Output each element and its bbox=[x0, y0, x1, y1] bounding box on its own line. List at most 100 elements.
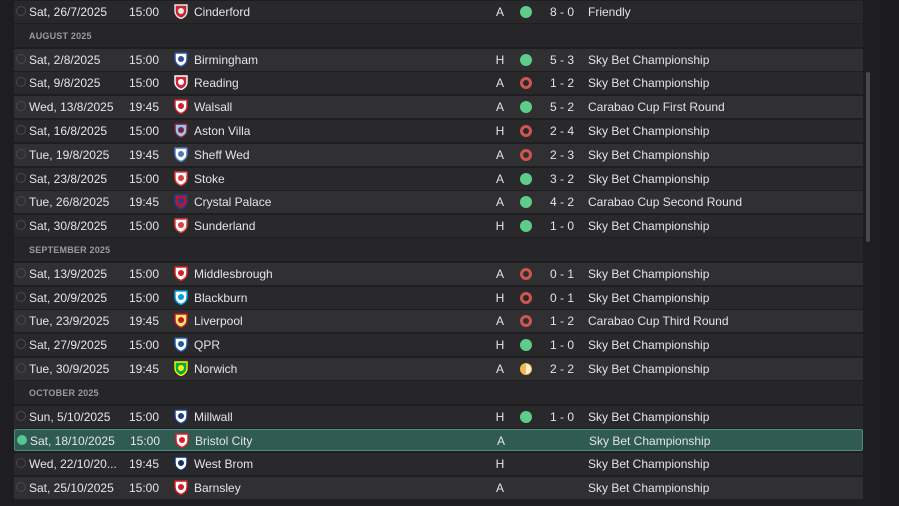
check-icon[interactable] bbox=[16, 339, 26, 349]
check-icon[interactable] bbox=[16, 482, 26, 492]
competition-name[interactable]: Sky Bet Championship bbox=[588, 291, 709, 305]
fixture-row[interactable]: Sat, 25/10/2025 15:00 Barnsley A Sky Bet Cha… bbox=[14, 477, 863, 499]
fixture-row[interactable]: Sat, 18/10/2025 15:00 Bristol City A Sky Bet… bbox=[14, 429, 863, 451]
fixture-date: Sat, 13/9/2025 bbox=[29, 267, 108, 281]
fixture-row[interactable]: Sat, 13/9/2025 15:00 Middlesbrough A 0 - 1 Sk… bbox=[14, 263, 863, 285]
competition-name[interactable]: Sky Bet Championship bbox=[588, 267, 709, 281]
check-icon[interactable] bbox=[16, 173, 26, 183]
venue: A bbox=[495, 76, 504, 90]
competition-name[interactable]: Carabao Cup Third Round bbox=[588, 314, 729, 328]
venue: A bbox=[495, 362, 504, 376]
competition-name[interactable]: Sky Bet Championship bbox=[588, 338, 709, 352]
check-icon[interactable] bbox=[16, 292, 26, 302]
check-icon[interactable] bbox=[16, 411, 26, 421]
fixture-row[interactable]: Sat, 30/8/2025 15:00 Sunderland H 1 - 0 Sky B… bbox=[14, 215, 863, 237]
competition-name[interactable]: Sky Bet Championship bbox=[588, 148, 709, 162]
fixture-row[interactable]: Sat, 20/9/2025 15:00 Blackburn H 0 - 1 Sky Be… bbox=[14, 287, 863, 309]
win-result-icon bbox=[520, 101, 532, 113]
fixture-row[interactable]: Wed, 22/10/20... 19:45 West Brom H Sky Bet C… bbox=[14, 453, 863, 475]
fixture-row[interactable]: Sat, 9/8/2025 15:00 Reading A 1 - 2 Sky Bet C… bbox=[14, 72, 863, 94]
opponent-name[interactable]: Reading bbox=[194, 76, 239, 90]
scrollbar[interactable] bbox=[866, 72, 870, 242]
venue: H bbox=[495, 219, 505, 233]
venue: H bbox=[495, 457, 505, 471]
competition-name[interactable]: Sky Bet Championship bbox=[588, 172, 709, 186]
norwich-crest-icon bbox=[174, 361, 188, 377]
fixture-row[interactable]: Sat, 23/8/2025 15:00 Stoke A 3 - 2 Sky Bet Ch… bbox=[14, 168, 863, 190]
competition-name[interactable]: Sky Bet Championship bbox=[588, 76, 709, 90]
month-header: OCTOBER 2025 bbox=[14, 381, 863, 404]
score: 5 - 2 bbox=[549, 100, 574, 114]
opponent-name[interactable]: Aston Villa bbox=[194, 124, 250, 138]
fixture-row[interactable]: Tue, 19/8/2025 19:45 Sheff Wed A 2 - 3 Sky Be… bbox=[14, 144, 863, 166]
opponent-name[interactable]: Middlesbrough bbox=[194, 267, 273, 281]
check-icon[interactable] bbox=[16, 54, 26, 64]
walsall-crest-icon bbox=[174, 99, 188, 115]
fixture-row[interactable]: Wed, 13/8/2025 19:45 Walsall A 5 - 2 Carabao … bbox=[14, 96, 863, 118]
competition-name[interactable]: Sky Bet Championship bbox=[588, 481, 709, 495]
competition-name[interactable]: Sky Bet Championship bbox=[588, 219, 709, 233]
opponent-name[interactable]: Cinderford bbox=[194, 5, 250, 19]
check-icon[interactable] bbox=[16, 220, 26, 230]
opponent-name[interactable]: Bristol City bbox=[195, 434, 252, 448]
opponent-name[interactable]: Millwall bbox=[194, 410, 233, 424]
competition-name[interactable]: Sky Bet Championship bbox=[588, 124, 709, 138]
draw-result-icon bbox=[520, 363, 532, 375]
fixture-time: 15:00 bbox=[129, 267, 160, 281]
check-icon[interactable] bbox=[16, 101, 26, 111]
opponent-name[interactable]: QPR bbox=[194, 338, 220, 352]
qpr-crest-icon bbox=[174, 337, 188, 353]
check-icon[interactable] bbox=[16, 363, 26, 373]
fixture-row[interactable]: Sat, 2/8/2025 15:00 Birmingham H 5 - 3 Sky Be… bbox=[14, 49, 863, 71]
fixture-row[interactable]: Tue, 23/9/2025 19:45 Liverpool A 1 - 2 Caraba… bbox=[14, 310, 863, 332]
opponent-name[interactable]: Blackburn bbox=[194, 291, 247, 305]
fixture-date: Tue, 26/8/2025 bbox=[29, 195, 110, 209]
cinderford-crest-icon bbox=[174, 4, 188, 20]
month-header: AUGUST 2025 bbox=[14, 24, 863, 47]
win-result-icon bbox=[520, 54, 532, 66]
fixture-time: 15:00 bbox=[129, 53, 160, 67]
fixture-row[interactable]: Sat, 16/8/2025 15:00 Aston Villa H 2 - 4 Sky … bbox=[14, 120, 863, 142]
check-icon[interactable] bbox=[16, 268, 26, 278]
check-icon[interactable] bbox=[17, 435, 27, 445]
check-icon[interactable] bbox=[16, 315, 26, 325]
competition-name[interactable]: Friendly bbox=[588, 5, 631, 19]
opponent-name[interactable]: Norwich bbox=[194, 362, 237, 376]
fixture-date: Sat, 30/8/2025 bbox=[29, 219, 108, 233]
venue: A bbox=[495, 148, 504, 162]
opponent-name[interactable]: Walsall bbox=[194, 100, 232, 114]
opponent-name[interactable]: Liverpool bbox=[194, 314, 243, 328]
competition-name[interactable]: Sky Bet Championship bbox=[588, 410, 709, 424]
win-result-icon bbox=[520, 173, 532, 185]
fixture-row[interactable]: Sat, 26/7/2025 15:00 Cinderford A 8 - 0 Frien… bbox=[14, 1, 863, 23]
opponent-name[interactable]: Barnsley bbox=[194, 481, 241, 495]
competition-name[interactable]: Sky Bet Championship bbox=[588, 53, 709, 67]
competition-name[interactable]: Sky Bet Championship bbox=[589, 434, 710, 448]
venue: A bbox=[495, 314, 504, 328]
competition-name[interactable]: Carabao Cup First Round bbox=[588, 100, 725, 114]
fixture-list: Sat, 26/7/2025 15:00 Cinderford A 8 - 0 Frien… bbox=[0, 0, 899, 506]
check-icon[interactable] bbox=[16, 149, 26, 159]
fixture-time: 19:45 bbox=[129, 362, 160, 376]
blackburn-crest-icon bbox=[174, 290, 188, 306]
fixture-row[interactable]: Sun, 5/10/2025 15:00 Millwall H 1 - 0 Sky Bet… bbox=[14, 406, 863, 428]
check-icon[interactable] bbox=[16, 196, 26, 206]
opponent-name[interactable]: Sunderland bbox=[194, 219, 255, 233]
check-icon[interactable] bbox=[16, 125, 26, 135]
check-icon[interactable] bbox=[16, 6, 26, 16]
check-icon[interactable] bbox=[16, 77, 26, 87]
fixture-row[interactable]: Sat, 27/9/2025 15:00 QPR H 1 - 0 Sky Bet Cham… bbox=[14, 334, 863, 356]
opponent-name[interactable]: Birmingham bbox=[194, 53, 258, 67]
competition-name[interactable]: Sky Bet Championship bbox=[588, 362, 709, 376]
opponent-name[interactable]: Sheff Wed bbox=[194, 148, 250, 162]
competition-name[interactable]: Carabao Cup Second Round bbox=[588, 195, 742, 209]
competition-name[interactable]: Sky Bet Championship bbox=[588, 457, 709, 471]
fixture-date: Sat, 25/10/2025 bbox=[29, 481, 114, 495]
opponent-name[interactable]: West Brom bbox=[194, 457, 253, 471]
opponent-name[interactable]: Crystal Palace bbox=[194, 195, 271, 209]
check-icon[interactable] bbox=[16, 458, 26, 468]
month-label: SEPTEMBER 2025 bbox=[29, 245, 111, 255]
fixture-row[interactable]: Tue, 26/8/2025 19:45 Crystal Palace A 4 - 2 C… bbox=[14, 191, 863, 213]
fixture-row[interactable]: Tue, 30/9/2025 19:45 Norwich A 2 - 2 Sky Bet … bbox=[14, 358, 863, 380]
opponent-name[interactable]: Stoke bbox=[194, 172, 225, 186]
